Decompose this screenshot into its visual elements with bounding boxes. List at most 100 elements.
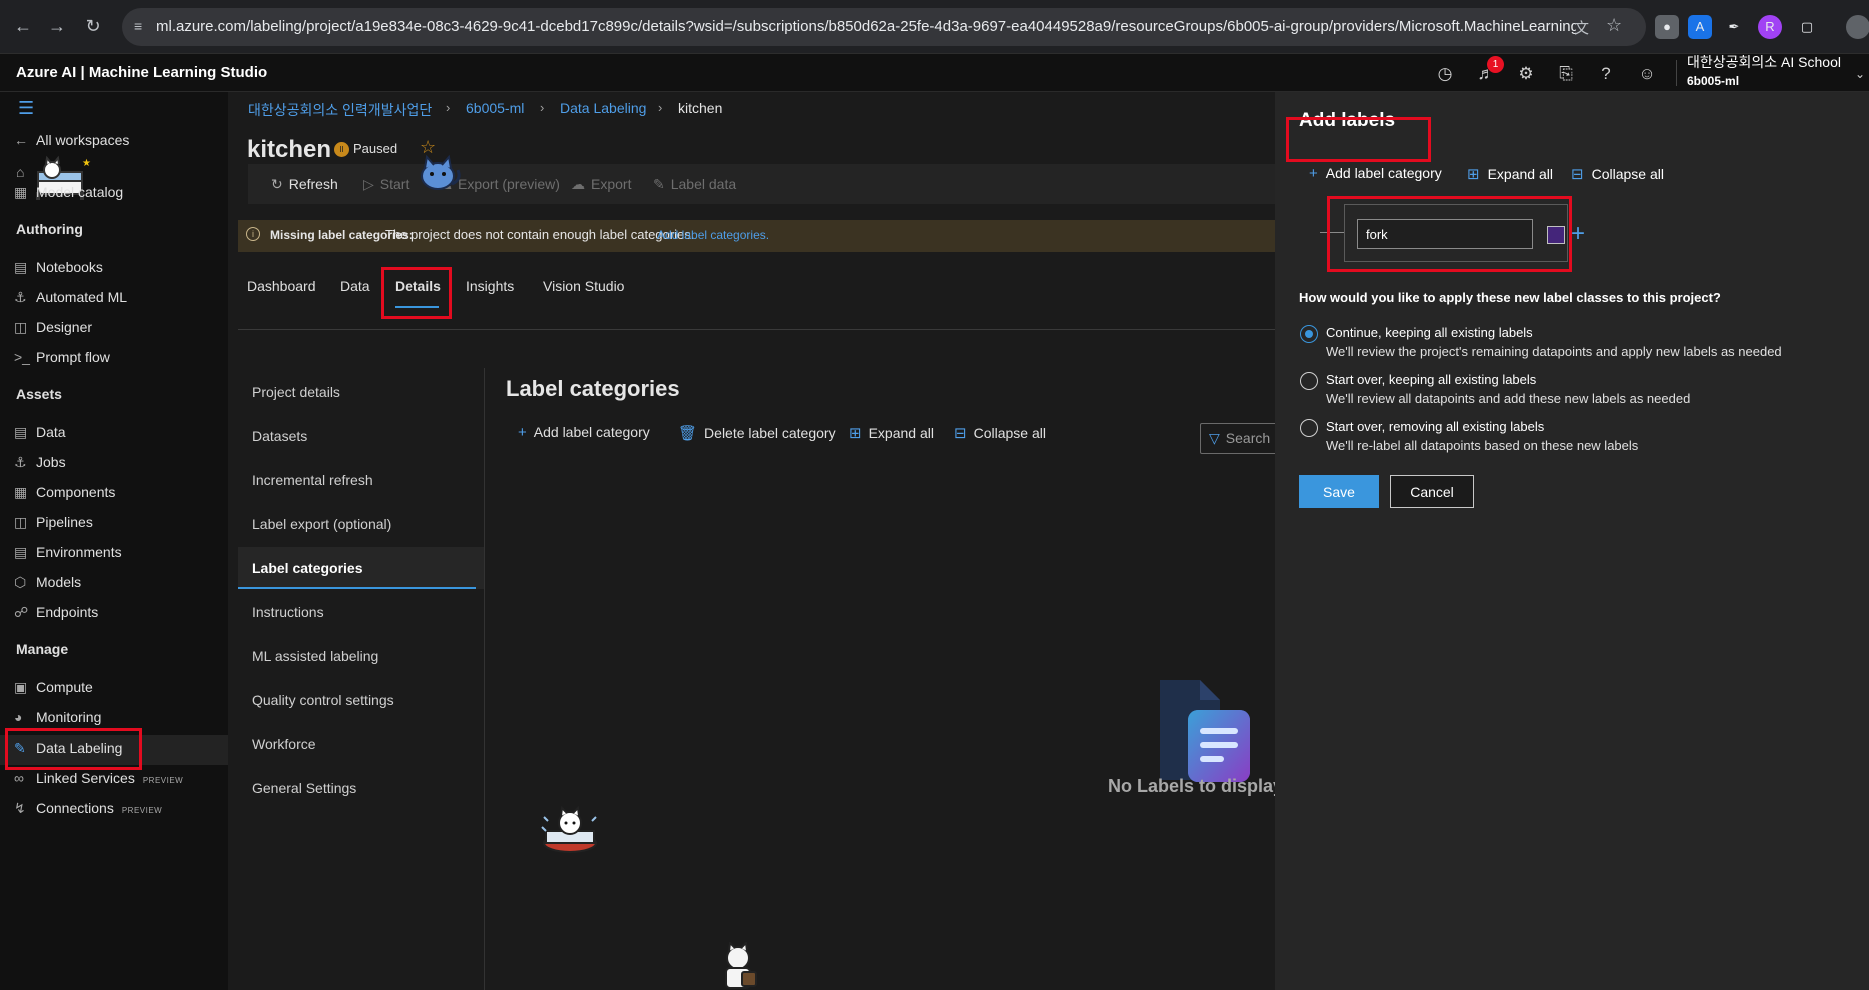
option-title[interactable]: Start over, keeping all existing labels [1326,372,1536,387]
collapse-all-button[interactable]: ⊟ Collapse all [954,424,1046,442]
tab-data[interactable]: Data [340,278,370,294]
sidebar-item-environments[interactable]: ▤ Environments [14,544,122,572]
app-title[interactable]: Azure AI | Machine Learning Studio [16,64,267,81]
breadcrumb-current: kitchen [678,100,723,116]
add-category-highlight-box [1286,117,1431,162]
translate-extension-icon[interactable]: A [1688,15,1712,39]
breadcrumb-chevron-icon: › [446,100,451,115]
sidebar-item-data[interactable]: ▤ Data [14,424,66,452]
details-nav-instructions[interactable]: Instructions [252,604,324,620]
details-nav-project-details[interactable]: Project details [252,384,340,400]
environments-icon: ▤ [14,544,28,560]
tab-dashboard[interactable]: Dashboard [247,278,316,294]
subnav-divider [484,368,485,990]
back-arrow-icon: ← [14,132,28,148]
extensions-puzzle-icon[interactable]: ▢ [1795,15,1819,39]
bookmark-star-icon[interactable]: ☆ [1606,15,1622,36]
directory-name[interactable]: 대한상공회의소 AI School [1687,52,1841,72]
option-title[interactable]: Start over, removing all existing labels [1326,419,1544,434]
details-nav-quality-control[interactable]: Quality control settings [252,692,394,708]
panel-expand-all-button[interactable]: ⊞ Expand all [1467,165,1553,183]
help-question-icon[interactable]: ? [1594,62,1618,86]
link-icon: ∞ [14,770,24,786]
label-data-button[interactable]: ✎ Label data [653,176,736,193]
sidebar-item-linked-services[interactable]: ∞ Linked Services PREVIEW [14,770,183,798]
details-nav-label-export[interactable]: Label export (optional) [252,516,391,532]
label-name-input[interactable] [1357,219,1533,249]
details-nav-incremental-refresh[interactable]: Incremental refresh [252,472,373,488]
add-label-categories-link[interactable]: Add label categories. [657,228,769,242]
sidebar-item-components[interactable]: ▦ Components [14,484,115,512]
reload-icon[interactable]: ↻ [80,13,106,39]
history-clock-icon[interactable]: ◷ [1433,62,1457,86]
radio-start-over-removing[interactable] [1300,419,1318,437]
tab-insights[interactable]: Insights [466,278,514,294]
details-nav-workforce[interactable]: Workforce [252,736,316,752]
export-button[interactable]: ☁ Export [571,176,631,193]
address-bar[interactable]: ≡ ml.azure.com/labeling/project/a19e834e… [122,8,1646,46]
svg-text:★: ★ [82,158,91,169]
add-labels-panel: Add labels + Add label category ⊞ Expand a… [1275,92,1869,990]
sidebar-item-automated-ml[interactable]: ⚓ Automated ML [14,289,127,317]
sidebar-item-model-catalog[interactable]: ▦ Model catalog [14,184,123,212]
panel-collapse-all-button[interactable]: ⊟ Collapse all [1571,165,1664,183]
radio-continue-keeping[interactable] [1300,325,1318,343]
start-button[interactable]: ▷ Start [363,176,409,193]
profile-extension-icon[interactable]: R [1758,15,1782,39]
settings-gear-icon[interactable]: ⚙ [1514,62,1538,86]
collapse-square-icon: ⊟ [1571,166,1584,183]
section-assets: Assets [16,386,62,402]
browser-profile-avatar[interactable] [1846,15,1869,39]
url-text[interactable]: ml.azure.com/labeling/project/a19e834e-0… [156,18,1576,35]
sidebar-item-endpoints[interactable]: ☍ Endpoints [14,604,98,632]
components-icon: ▦ [14,484,28,500]
hamburger-menu-icon[interactable]: ☰ [18,98,34,119]
expand-square-icon: ⊞ [849,425,862,442]
chevron-down-icon[interactable]: ⌄ [1848,62,1869,86]
breadcrumb-data-labeling[interactable]: Data Labeling [560,100,646,116]
site-info-icon[interactable]: ≡ [134,18,142,34]
breadcrumb-workspace[interactable]: 6b005-ml [466,100,524,116]
details-nav-ml-assisted-labeling[interactable]: ML assisted labeling [252,648,378,664]
preview-tag: PREVIEW [121,806,163,815]
details-nav-label-categories[interactable]: Label categories [252,560,363,576]
panel-add-label-category-button[interactable]: + Add label category [1309,165,1442,182]
apply-question: How would you like to apply these new la… [1299,290,1721,305]
details-nav-general-settings[interactable]: General Settings [252,780,356,796]
label-color-swatch[interactable] [1547,226,1565,244]
sidebar-item-compute[interactable]: ▣ Compute [14,679,93,707]
expand-all-button[interactable]: ⊞ Expand all [849,424,934,442]
tab-vision-studio[interactable]: Vision Studio [543,278,624,294]
add-label-category-button[interactable]: + Add label category [518,424,650,441]
details-nav-datasets[interactable]: Datasets [252,428,307,444]
sidebar-item-models[interactable]: ⬡ Models [14,574,81,602]
app-header: Azure AI | Machine Learning Studio ◷ ♬ ⚙… [0,54,1869,92]
option-title[interactable]: Continue, keeping all existing labels [1326,325,1533,340]
back-icon[interactable]: ← [10,13,36,39]
refresh-icon: ↻ [271,176,283,192]
cancel-button[interactable]: Cancel [1390,475,1474,508]
workspace-name[interactable]: 6b005-ml [1687,74,1739,88]
sidebar-item-connections[interactable]: ↯ Connections PREVIEW [14,800,162,828]
refresh-button[interactable]: ↻ Refresh [271,176,338,193]
translate-icon[interactable]: 文 [1574,17,1589,38]
save-button[interactable]: Save [1299,475,1379,508]
add-sublabel-plus-icon[interactable]: + [1571,220,1585,248]
left-navigation: ☰ ← All workspaces ⌂ ★ ▦ Model catalog Aut… [0,92,228,990]
announcement-megaphone-icon[interactable]: ⎘ [1554,62,1578,86]
search-input[interactable]: ▽ Search [1200,423,1275,454]
delete-label-category-button[interactable]: 🗑 Delete label category [678,424,836,442]
sidebar-item-prompt-flow[interactable]: >_ Prompt flow [14,349,110,377]
sidebar-item-notebooks[interactable]: ▤ Notebooks [14,259,103,287]
sidebar-item-designer[interactable]: ◫ Designer [14,319,92,347]
extension-icon[interactable]: ● [1655,15,1679,39]
sidebar-item-jobs[interactable]: ⚓ Jobs [14,454,66,482]
home-icon[interactable]: ⌂ [16,164,24,180]
feedback-smiley-icon[interactable]: ☺ [1635,62,1659,86]
forward-icon[interactable]: → [44,13,70,39]
sidebar-item-pipelines[interactable]: ◫ Pipelines [14,514,93,542]
pipelines-icon: ◫ [14,514,28,530]
radio-start-over-keeping[interactable] [1300,372,1318,390]
breadcrumb-org[interactable]: 대한상공회의소 인력개발사업단 [248,100,432,120]
eyedropper-icon[interactable]: ✒ [1722,15,1746,39]
